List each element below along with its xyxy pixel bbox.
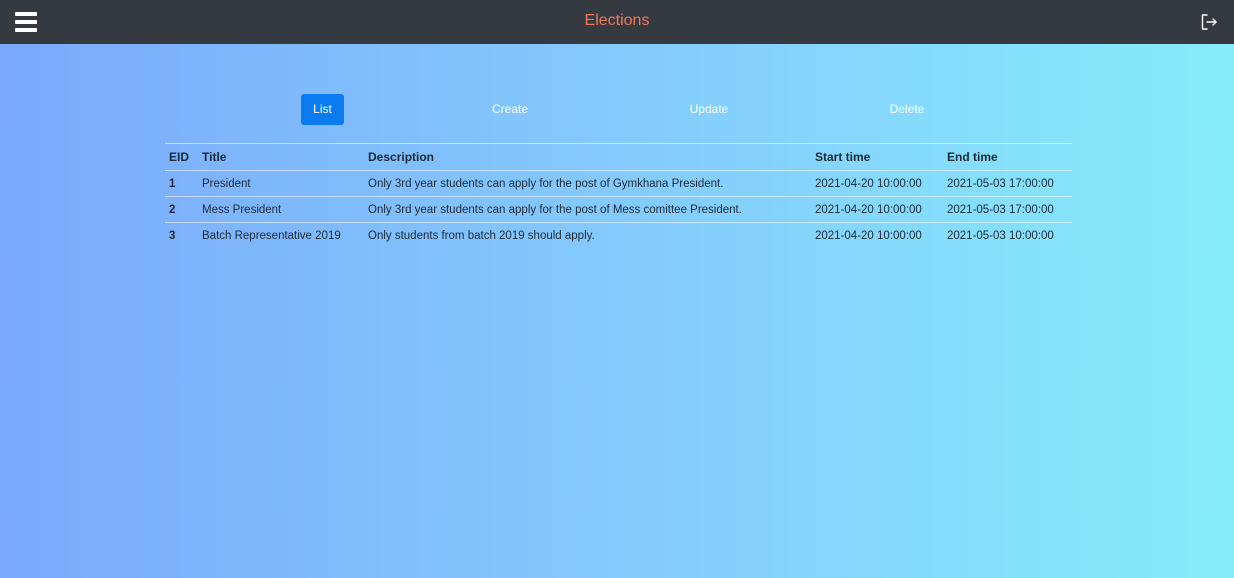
cell-title: Mess President xyxy=(198,196,364,223)
cell-title: Batch Representative 2019 xyxy=(198,222,364,248)
cell-end-time: 2021-05-03 10:00:00 xyxy=(943,222,1072,248)
table-row[interactable]: 3 Batch Representative 2019 Only student… xyxy=(165,222,1072,248)
page-title: Elections xyxy=(584,12,650,29)
tab-delete[interactable]: Delete xyxy=(880,94,934,125)
column-header-title: Title xyxy=(198,143,364,171)
tab-create[interactable]: Create xyxy=(484,94,536,125)
column-header-eid: EID xyxy=(165,143,198,171)
tab-update[interactable]: Update xyxy=(680,94,738,125)
cell-eid: 1 xyxy=(165,170,198,197)
cell-description: Only students from batch 2019 should app… xyxy=(364,222,811,248)
column-header-description: Description xyxy=(364,143,811,171)
table-row[interactable]: 1 President Only 3rd year students can a… xyxy=(165,170,1072,197)
tab-list[interactable]: List xyxy=(301,94,344,125)
cell-start-time: 2021-04-20 10:00:00 xyxy=(811,170,943,197)
top-navbar: Elections xyxy=(0,0,1234,44)
cell-eid: 2 xyxy=(165,196,198,223)
cell-start-time: 2021-04-20 10:00:00 xyxy=(811,222,943,248)
cell-eid: 3 xyxy=(165,222,198,248)
cell-end-time: 2021-05-03 17:00:00 xyxy=(943,170,1072,197)
action-tabs: List Create Update Delete xyxy=(0,94,1234,125)
table-row[interactable]: 2 Mess President Only 3rd year students … xyxy=(165,196,1072,223)
column-header-start-time: Start time xyxy=(811,143,943,171)
elections-table: EID Title Description Start time End tim… xyxy=(165,143,1072,248)
cell-description: Only 3rd year students can apply for the… xyxy=(364,196,811,223)
logout-icon[interactable] xyxy=(1199,12,1219,32)
cell-end-time: 2021-05-03 17:00:00 xyxy=(943,196,1072,223)
column-header-end-time: End time xyxy=(943,143,1072,171)
cell-start-time: 2021-04-20 10:00:00 xyxy=(811,196,943,223)
table-header-row: EID Title Description Start time End tim… xyxy=(165,143,1072,171)
cell-title: President xyxy=(198,170,364,197)
cell-description: Only 3rd year students can apply for the… xyxy=(364,170,811,197)
